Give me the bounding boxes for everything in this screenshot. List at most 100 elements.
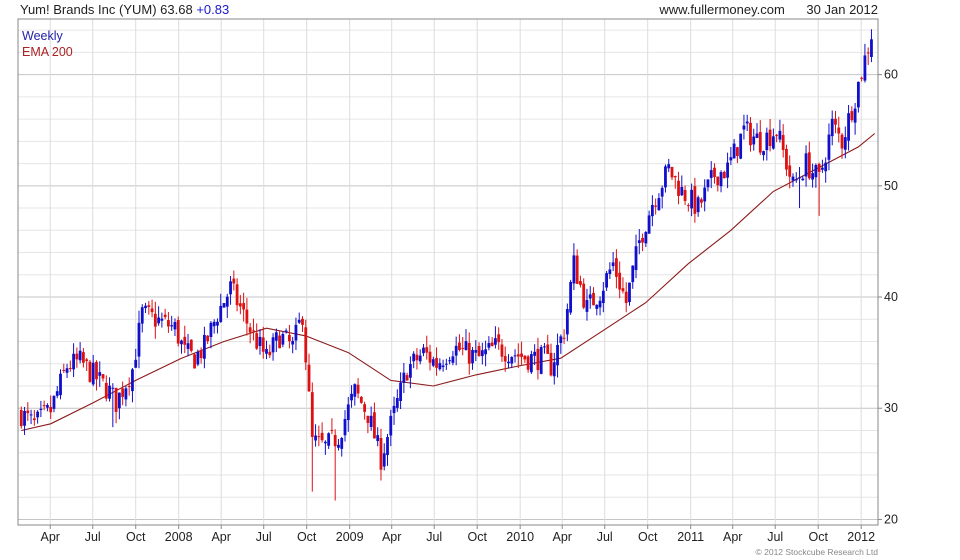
- candle-body: [317, 436, 321, 438]
- candle-body: [206, 335, 210, 342]
- candle-body: [180, 340, 183, 345]
- x-tick-label: 2010: [506, 530, 534, 544]
- candle-body: [134, 359, 138, 368]
- candle-body: [248, 327, 252, 333]
- candle-body: [373, 412, 376, 439]
- candle-body: [683, 189, 687, 201]
- candle-body: [608, 269, 612, 274]
- candle-body: [811, 173, 815, 180]
- candle-body: [631, 265, 635, 283]
- candle-body: [529, 354, 533, 373]
- candle-body: [834, 118, 837, 125]
- candle-body: [147, 305, 151, 308]
- candle-body: [716, 176, 720, 186]
- candle-body: [579, 281, 582, 285]
- x-tick-label: Oct: [126, 530, 146, 544]
- candle-body: [23, 410, 26, 426]
- candle-body: [26, 410, 30, 414]
- candle-body: [477, 346, 481, 357]
- candle-body: [464, 341, 468, 351]
- candle-body: [320, 432, 324, 441]
- candle-body: [438, 363, 442, 370]
- candle-body: [624, 291, 628, 304]
- y-tick-label: 30: [884, 401, 898, 415]
- candle-body: [431, 359, 435, 366]
- candle-body: [189, 339, 193, 351]
- candle-body: [615, 258, 618, 277]
- candle-body: [307, 364, 311, 392]
- candle-body: [713, 167, 716, 178]
- candle-body: [794, 179, 798, 181]
- candle-body: [732, 143, 736, 159]
- candle-body: [330, 429, 334, 431]
- candle-body: [497, 334, 501, 343]
- candle-body: [516, 354, 520, 357]
- candle-body: [363, 404, 367, 412]
- candle-body: [278, 335, 281, 349]
- candle-body: [657, 198, 661, 211]
- x-tick-label: Jul: [85, 530, 101, 544]
- x-tick-label: Oct: [638, 530, 658, 544]
- candle-body: [860, 77, 864, 79]
- candle-body: [304, 327, 308, 363]
- candle-body: [628, 282, 631, 303]
- candle-body: [660, 187, 664, 197]
- candle-body: [422, 347, 425, 354]
- candle-body: [229, 281, 232, 295]
- candle-body: [781, 135, 785, 150]
- candle-body: [853, 108, 857, 123]
- candle-body: [487, 343, 491, 348]
- candle-body: [677, 180, 680, 196]
- candle-body: [428, 351, 432, 363]
- candle-body: [265, 349, 268, 354]
- candle-body: [412, 353, 416, 362]
- candle-body: [225, 296, 229, 307]
- candle-body: [582, 283, 586, 308]
- candle-body: [552, 362, 556, 377]
- candle-body: [549, 352, 553, 376]
- candle-body: [137, 322, 141, 357]
- candle-body: [418, 355, 422, 362]
- candle-body: [245, 309, 249, 324]
- candle-body: [752, 136, 756, 145]
- candle-body: [650, 205, 654, 217]
- candle-body: [444, 363, 448, 365]
- candle-body: [297, 319, 301, 323]
- candle-body: [327, 433, 331, 446]
- candle-body: [654, 205, 658, 207]
- candle-body: [647, 215, 651, 234]
- candle-body: [641, 237, 644, 243]
- candle-body: [644, 232, 648, 244]
- candle-body: [814, 165, 818, 178]
- candle-body: [484, 349, 488, 355]
- candle-body: [513, 355, 517, 357]
- candle-body: [850, 111, 854, 121]
- candle-body: [337, 444, 340, 448]
- candle-body: [46, 405, 49, 408]
- candle-body: [196, 351, 200, 365]
- candle-body: [392, 405, 396, 414]
- candle-body: [386, 437, 389, 456]
- candle-body: [870, 39, 873, 57]
- candle-body: [503, 356, 507, 362]
- candle-body: [618, 272, 622, 290]
- candle-body: [176, 320, 180, 344]
- candle-body: [157, 317, 161, 324]
- x-tick-label: Apr: [211, 530, 230, 544]
- candle-body: [75, 353, 79, 360]
- candle-body: [121, 388, 125, 397]
- candle-body: [238, 303, 242, 307]
- y-tick-label: 40: [884, 290, 898, 304]
- candle-body: [448, 360, 452, 362]
- candle-body: [500, 344, 504, 357]
- candle-body: [507, 361, 510, 364]
- candle-body: [140, 307, 144, 324]
- candle-body: [546, 344, 550, 354]
- candle-body: [693, 186, 697, 214]
- candle-body: [801, 178, 805, 181]
- candle-body: [294, 324, 298, 341]
- candle-body: [565, 309, 569, 335]
- candle-body: [202, 334, 206, 359]
- x-tick-label: Oct: [467, 530, 487, 544]
- candle-body: [490, 342, 494, 347]
